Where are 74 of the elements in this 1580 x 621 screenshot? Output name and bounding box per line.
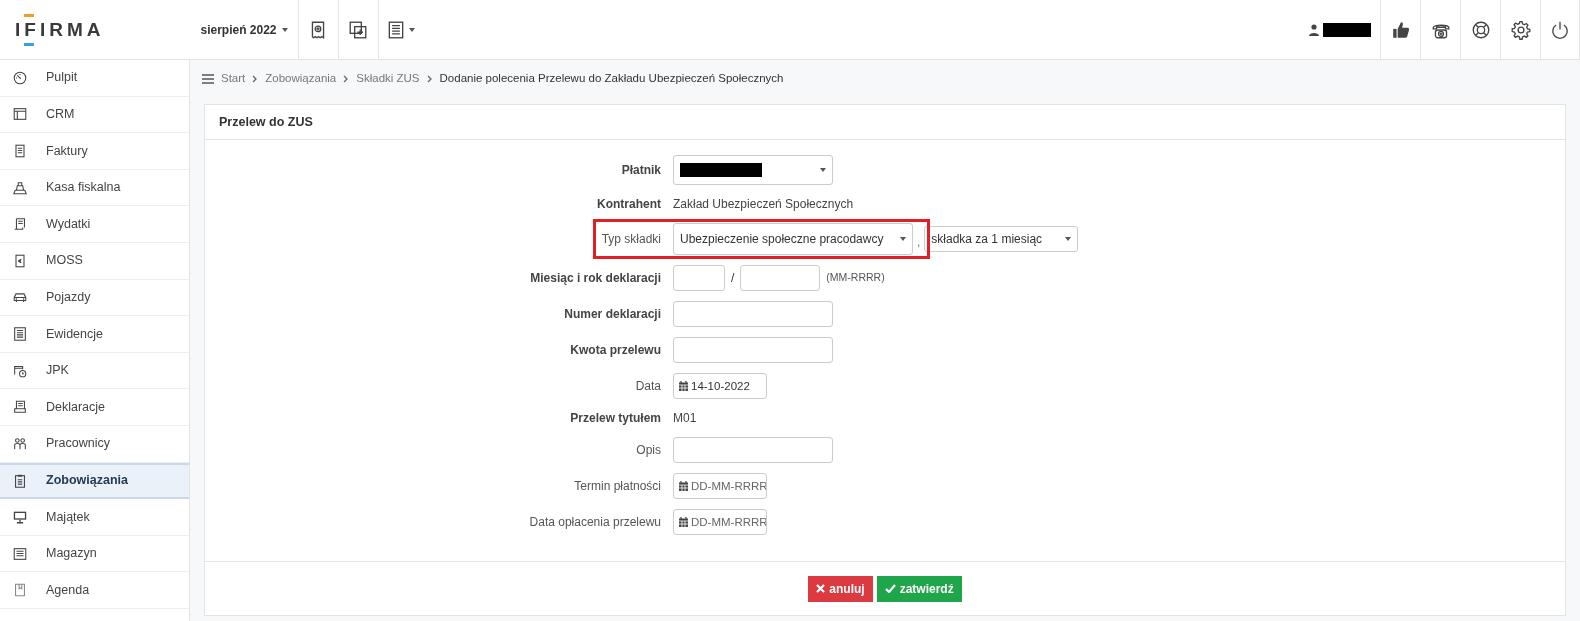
sidebar-item[interactable]: Pracownicy: [0, 425, 189, 463]
gauge-icon: [12, 69, 28, 86]
field-label: Płatnik: [620, 162, 661, 179]
close-icon: [816, 584, 826, 593]
list-icon: [12, 545, 28, 562]
field-label: Data: [634, 378, 661, 395]
receipt-icon: [12, 216, 28, 233]
field-label: Przelew tytułem: [569, 410, 661, 427]
field-value: Zakład Ubezpieczeń Społecznych: [673, 196, 854, 213]
declaration-icon: [12, 399, 28, 416]
sidebar-item[interactable]: Ewidencje: [0, 316, 189, 353]
field-label: Kwota przelewu: [569, 342, 661, 359]
people-icon: [12, 435, 28, 452]
field-value: M01: [673, 410, 697, 427]
sidebar-item[interactable]: Kasa fiskalna: [0, 169, 189, 207]
input-field[interactable]: [673, 337, 833, 363]
invoice-icon: [12, 143, 28, 159]
sidebar-item[interactable]: Agenda: [0, 572, 189, 609]
sidebar-item[interactable]: MOSS: [0, 242, 189, 280]
card-title: Przelew do ZUS: [205, 105, 1565, 140]
sidebar-item[interactable]: JPK: [0, 352, 189, 390]
chevron-icon: [252, 75, 259, 83]
sidebar-item[interactable]: Pojazdy: [0, 279, 189, 317]
select-field[interactable]: składka za 1 miesiąc: [924, 226, 1079, 252]
caret-icon: [409, 27, 416, 32]
chevron-icon: [343, 75, 350, 83]
format-hint: (MM-RRRR): [826, 270, 885, 286]
sidebar-item[interactable]: Deklaracje: [0, 389, 189, 426]
sidebar-item[interactable]: Zobowiązania: [0, 462, 189, 500]
caret-icon: [1065, 237, 1072, 241]
settings-icon: [1510, 19, 1531, 40]
sidebar-item[interactable]: Majątek: [0, 499, 189, 536]
breadcrumb-link[interactable]: Składki ZUS: [356, 70, 420, 88]
clipboard-icon: [12, 472, 28, 489]
separator-text: /: [731, 270, 735, 287]
field-label: Termin płatności: [573, 478, 661, 495]
breadcrumb-current: Dodanie polecenia Przelewu do Zakładu Ubezpieczeń Społecznych: [439, 71, 784, 87]
select-field[interactable]: Ubezpieczenie społeczne pracodawcy: [673, 223, 913, 255]
field-label: Miesiąc i rok deklaracji: [529, 270, 661, 287]
lifebuoy-icon: [1470, 19, 1491, 40]
sidebar-item[interactable]: Faktury: [0, 133, 189, 170]
input-field[interactable]: [740, 265, 821, 291]
caret-icon: [820, 168, 826, 172]
check-icon: [884, 584, 896, 593]
field-label: Typ składki: [600, 231, 661, 248]
chevron-icon: [426, 75, 433, 83]
field-label: Opis: [635, 442, 661, 459]
input-field[interactable]: [673, 301, 833, 327]
field-label: Numer deklaracji: [563, 306, 661, 323]
sidebar-item[interactable]: Wydatki: [0, 206, 189, 243]
field-label: Data opłacenia przelewu: [528, 514, 661, 531]
layout-icon: [12, 106, 28, 123]
menu-icon: [202, 74, 214, 84]
sidebar-item[interactable]: Pulpit: [0, 60, 189, 97]
power-icon: [1550, 19, 1570, 40]
caret-icon: [281, 27, 288, 32]
notebook-icon: [12, 582, 28, 599]
date-field[interactable]: 14-10-2022: [673, 373, 767, 399]
sidebar-item[interactable]: CRM: [0, 96, 189, 134]
input-field[interactable]: [673, 265, 725, 291]
sidebar-item[interactable]: Magazyn: [0, 535, 189, 573]
period-dropdown[interactable]: sierpień 2022: [194, 19, 294, 40]
copy-add-icon: [348, 19, 369, 40]
thumbs-up-icon: [1390, 19, 1411, 40]
field-label: Kontrahent: [596, 196, 661, 213]
caret-icon: [900, 237, 906, 241]
separator-text: ,: [917, 234, 921, 251]
document-icon: [12, 325, 28, 342]
user-icon: [1309, 23, 1319, 36]
input-field[interactable]: [673, 437, 833, 463]
breadcrumb-link[interactable]: Zobowiązania: [265, 70, 337, 88]
cancel-button[interactable]: anuluj: [808, 575, 873, 602]
select-field[interactable]: [673, 155, 833, 185]
breadcrumb-link[interactable]: Start: [221, 70, 246, 88]
